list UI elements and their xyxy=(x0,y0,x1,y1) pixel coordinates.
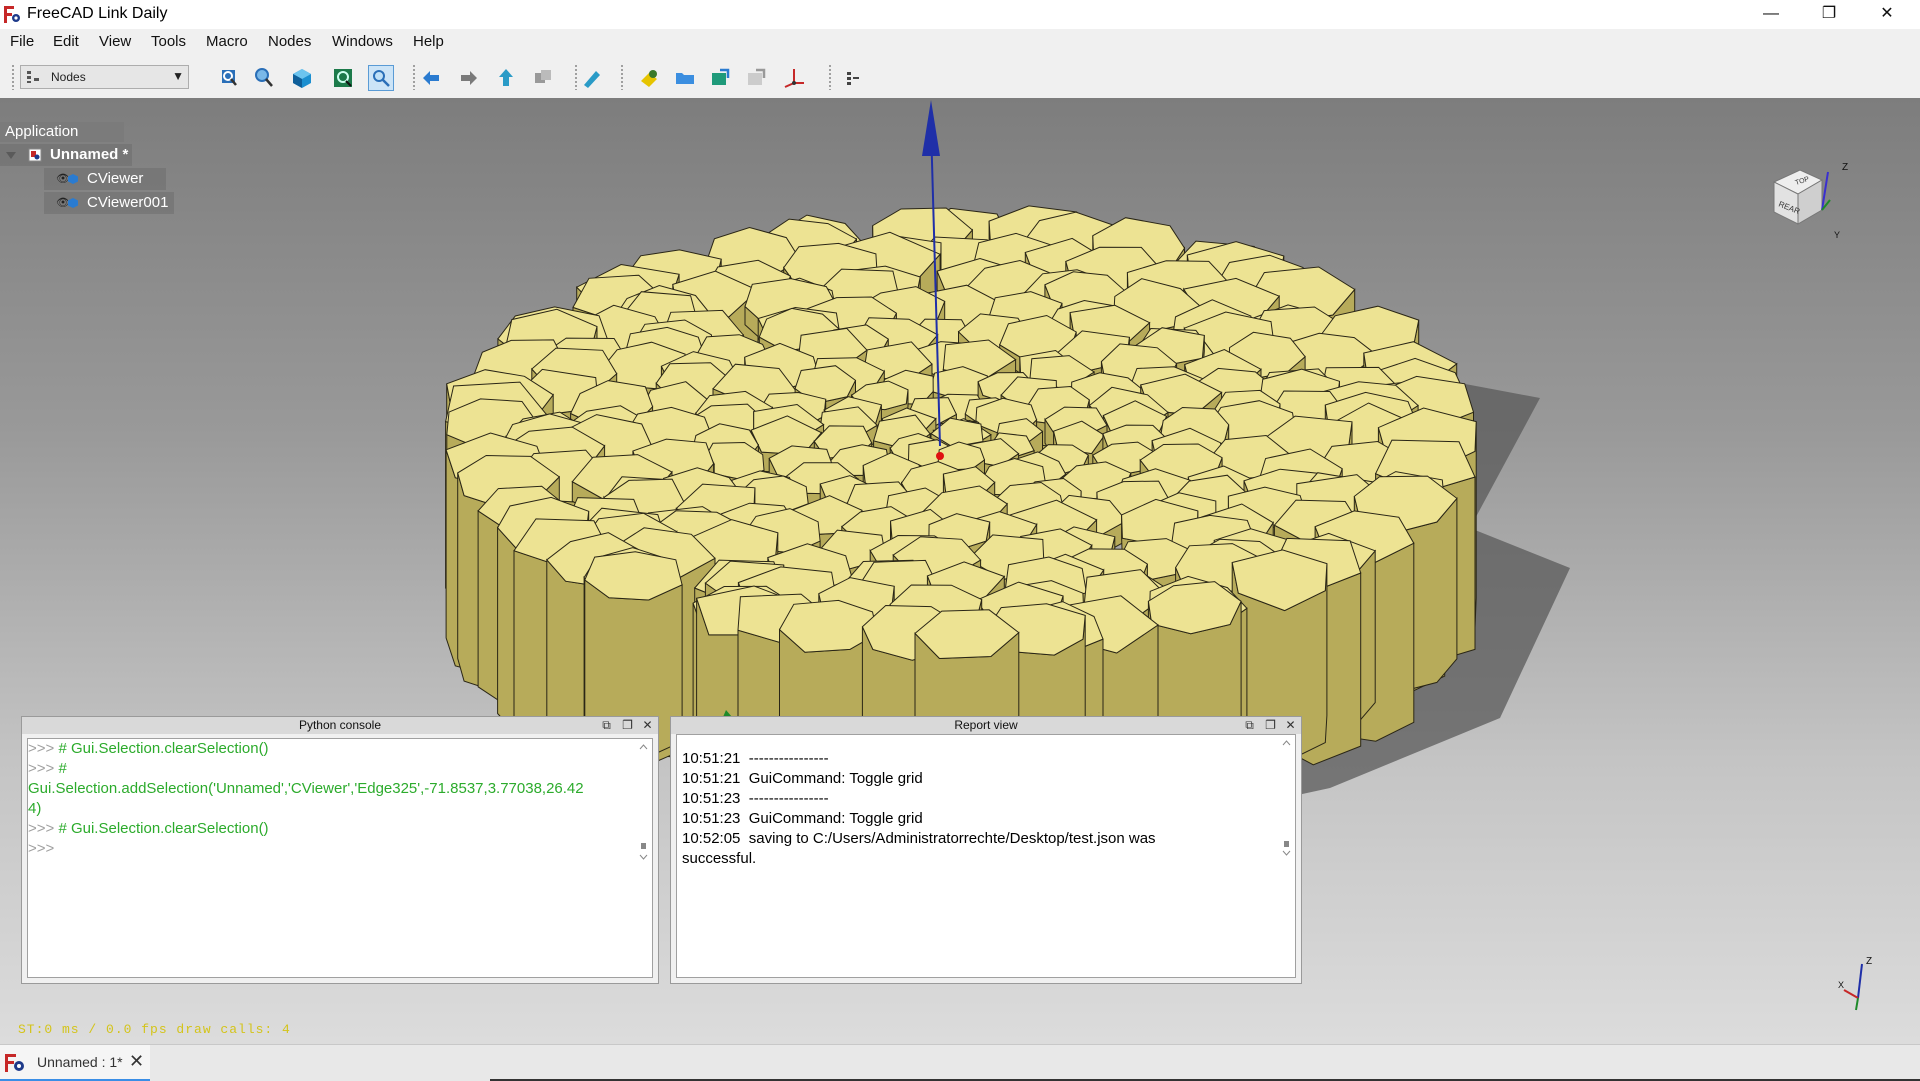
up-arrow-icon[interactable] xyxy=(493,65,519,91)
report-line: successful. xyxy=(682,850,757,867)
freecad-logo-icon xyxy=(3,5,22,24)
tree-item-cviewer001[interactable]: 👁 CViewer001 xyxy=(44,192,174,214)
menu-file[interactable]: File xyxy=(10,33,34,50)
title-bar: FreeCAD Link Daily — ❐ ✕ xyxy=(0,0,1920,29)
z-axis-arrow xyxy=(922,100,940,156)
menu-nodes[interactable]: Nodes xyxy=(268,33,311,50)
document-tab[interactable]: Unnamed : 1* ✕ xyxy=(0,1045,150,1081)
menu-windows[interactable]: Windows xyxy=(332,33,393,50)
console-line: >>> # xyxy=(28,760,67,777)
tree-item-cviewer[interactable]: 👁 CViewer xyxy=(44,168,166,190)
workbench-label: Nodes xyxy=(51,70,86,84)
toolbar-grip[interactable] xyxy=(11,64,15,90)
tree-document-label: Unnamed * xyxy=(50,146,129,163)
object-icon xyxy=(68,198,78,208)
report-line: 10:51:21 GuiCommand: Toggle grid xyxy=(682,770,923,787)
close-window-button[interactable]: ✕ xyxy=(1858,0,1916,29)
report-view-title: Report view xyxy=(954,718,1018,732)
document-icon xyxy=(28,148,42,162)
close-panel-icon[interactable]: ✕ xyxy=(640,718,655,732)
close-tab-icon[interactable]: ✕ xyxy=(129,1051,144,1072)
report-view-header[interactable]: Report view ⧉ ❐ ✕ xyxy=(671,717,1301,734)
toolbar-grip[interactable] xyxy=(412,64,416,90)
console-input-line[interactable]: >>> xyxy=(28,839,652,859)
tree-item-document[interactable]: Unnamed * xyxy=(0,144,132,166)
selection-zoom-icon[interactable] xyxy=(368,65,394,91)
report-line: 10:51:23 GuiCommand: Toggle grid xyxy=(682,810,923,827)
report-view-panel: Report view ⧉ ❐ ✕ 10:51:21 -------------… xyxy=(670,716,1302,984)
python-console-output[interactable]: >>> # Gui.Selection.clearSelection() >>>… xyxy=(27,738,653,978)
maximize-button[interactable]: ❐ xyxy=(1800,0,1858,29)
console-line: >>> # Gui.Selection.clearSelection() xyxy=(28,820,269,837)
origin-point xyxy=(936,452,944,460)
menu-tools[interactable]: Tools xyxy=(151,33,186,50)
mini-axis-x-label: X xyxy=(1838,980,1844,990)
object-icon xyxy=(68,174,78,184)
expand-arrow-icon[interactable] xyxy=(4,148,18,162)
report-scrollbar[interactable] xyxy=(1280,739,1293,859)
chevron-down-icon: ▼ xyxy=(172,69,184,83)
render-stats-overlay: ST:0 ms / 0.0 fps draw calls: 4 xyxy=(18,1022,291,1037)
minimize-button[interactable]: — xyxy=(1742,0,1800,29)
menu-view[interactable]: View xyxy=(99,33,131,50)
report-line: 10:51:21 ---------------- xyxy=(682,750,829,767)
forward-arrow-icon[interactable] xyxy=(456,65,482,91)
float-icon[interactable]: ⧉ xyxy=(1242,718,1257,732)
tree-item-label: CViewer xyxy=(87,170,144,187)
console-line: >>> # Gui.Selection.clearSelection() xyxy=(28,740,269,757)
isometric-view-icon[interactable] xyxy=(289,65,315,91)
float-icon[interactable]: ⧉ xyxy=(599,718,614,732)
menu-bar: File Edit View Tools Macro Nodes Windows… xyxy=(0,29,1920,57)
freecad-document-icon xyxy=(5,1054,24,1072)
report-line: 10:52:05 saving to C:/Users/Administrato… xyxy=(682,830,1156,847)
close-panel-icon[interactable]: ✕ xyxy=(1283,718,1298,732)
toolbar: Nodes ▼ xyxy=(0,57,1920,99)
console-line: Gui.Selection.addSelection('Unnamed','CV… xyxy=(28,780,584,797)
restore-icon[interactable]: ❐ xyxy=(620,718,635,732)
toggle-icon[interactable] xyxy=(842,65,868,91)
tree-header[interactable]: Application xyxy=(0,122,124,142)
document-tab-label: Unnamed : 1* xyxy=(37,1054,123,1070)
console-scrollbar[interactable] xyxy=(637,743,650,863)
report-line: 10:51:23 ---------------- xyxy=(682,790,829,807)
python-console-header[interactable]: Python console ⧉ ❐ ✕ xyxy=(22,717,658,734)
folder-icon[interactable] xyxy=(672,65,698,91)
window-title: FreeCAD Link Daily xyxy=(27,5,168,22)
open-icon[interactable] xyxy=(707,65,733,91)
workbench-selector[interactable]: Nodes ▼ xyxy=(20,65,189,89)
measure-icon[interactable] xyxy=(578,65,604,91)
menu-help[interactable]: Help xyxy=(413,33,444,50)
toolbar-grip[interactable] xyxy=(828,64,832,90)
console-line: 4) xyxy=(28,800,42,817)
macro-icon[interactable] xyxy=(636,65,662,91)
menu-edit[interactable]: Edit xyxy=(53,33,79,50)
navcube-y-label: Y xyxy=(1834,230,1840,240)
back-arrow-icon[interactable] xyxy=(418,65,444,91)
menu-macro[interactable]: Macro xyxy=(206,33,248,50)
python-console-title: Python console xyxy=(298,718,382,732)
navcube-z-label: Z xyxy=(1842,162,1848,173)
report-view-output[interactable]: 10:51:21 ---------------- 10:51:21 GuiCo… xyxy=(676,734,1296,978)
fit-all-icon[interactable] xyxy=(216,65,242,91)
python-console-panel: Python console ⧉ ❐ ✕ >>> # Gui.Selection… xyxy=(21,716,659,984)
fit-selection-icon[interactable] xyxy=(251,65,277,91)
document-tab-bar: Unnamed : 1* ✕ xyxy=(0,1044,1920,1081)
redo-icon[interactable] xyxy=(743,65,769,91)
fit-screen-icon[interactable] xyxy=(330,65,356,91)
axis-cross-icon: Z X xyxy=(1838,956,1872,1011)
mini-axis-z-label: Z xyxy=(1866,956,1872,967)
axis-icon[interactable] xyxy=(781,65,807,91)
restore-icon[interactable]: ❐ xyxy=(1263,718,1278,732)
navigation-cube[interactable]: TOP REAR Z Y xyxy=(1770,160,1850,240)
link-icon[interactable] xyxy=(530,65,556,91)
tree-item-label: CViewer001 xyxy=(87,194,169,211)
toolbar-grip[interactable] xyxy=(620,64,624,90)
nodes-icon xyxy=(27,71,39,83)
